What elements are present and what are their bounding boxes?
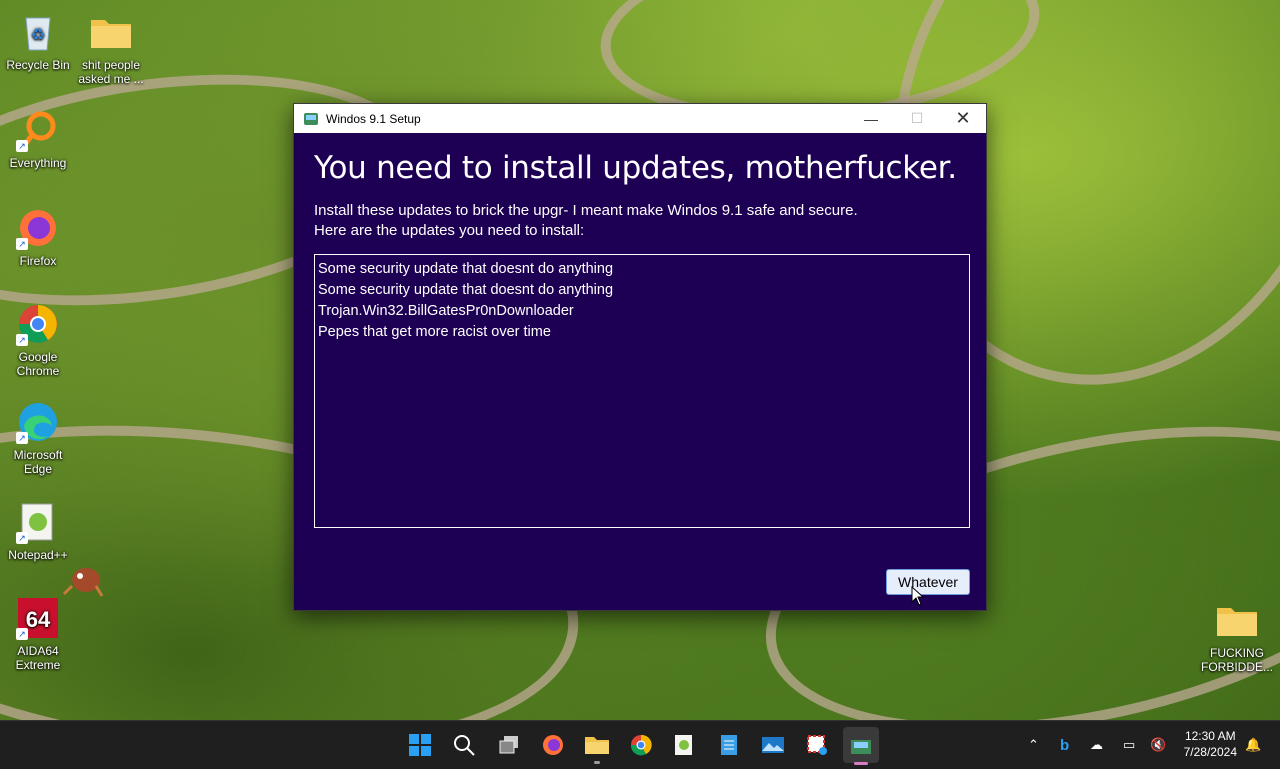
desktop-icon-everything[interactable]: ↗ Everything	[0, 108, 76, 170]
desktop-icon-label: Recycle Bin	[6, 58, 70, 72]
search-button[interactable]	[450, 731, 478, 759]
desktop-icon-label: Everything	[9, 156, 67, 170]
desktop-icon-chrome[interactable]: ↗ Google Chrome	[0, 302, 76, 378]
close-button[interactable]: ✕	[940, 104, 986, 133]
tray-onedrive-button[interactable]: ☁	[1090, 721, 1103, 769]
clock-date: 7/28/2024	[1183, 745, 1237, 759]
desktop-icon-forbidden-folder[interactable]: FUCKING FORBIDDE...	[1199, 598, 1275, 674]
svg-text:64: 64	[26, 607, 51, 632]
firefox-icon	[543, 735, 563, 755]
minimize-button[interactable]: —	[848, 104, 894, 133]
volume-icon: 🔇	[1150, 737, 1167, 752]
tray-network-button[interactable]: ▭	[1123, 721, 1135, 769]
tray-overflow-button[interactable]: ⌃	[1028, 721, 1039, 769]
desktop-icon-notepadpp[interactable]: ↗ Notepad++	[0, 500, 76, 562]
bing-icon: b	[1060, 736, 1070, 754]
task-view-button[interactable]	[495, 731, 523, 759]
maximize-button[interactable]: ☐	[894, 104, 940, 133]
taskbar-snipping-tool[interactable]	[803, 731, 831, 759]
dialog-description: Install these updates to brick the upgr-…	[314, 201, 858, 241]
shortcut-arrow-icon: ↗	[16, 238, 28, 250]
desktop-icon-recycle-bin[interactable]: ♻ Recycle Bin	[0, 10, 76, 72]
desktop-icon-label: shit people asked me ...	[78, 58, 144, 86]
taskbar-chrome[interactable]	[627, 731, 655, 759]
notepadpp-icon	[675, 735, 692, 755]
folder-icon	[89, 10, 133, 54]
notepadpp-icon: ↗	[16, 500, 60, 544]
shortcut-arrow-icon: ↗	[16, 140, 28, 152]
whatever-button[interactable]: Whatever	[886, 569, 970, 595]
desktop-icon-folder[interactable]: shit people asked me ...	[73, 10, 149, 86]
desktop-icon-label: Firefox	[19, 254, 57, 268]
snipping-tool-icon	[807, 735, 827, 755]
edge-icon: ↗	[16, 400, 60, 444]
list-item[interactable]: Pepes that get more racist over time	[318, 322, 966, 343]
desktop-icon-firefox[interactable]: ↗ Firefox	[0, 206, 76, 268]
list-item[interactable]: Some security update that doesnt do anyt…	[318, 259, 966, 280]
chevron-up-icon: ⌃	[1028, 737, 1039, 752]
minimize-icon: —	[864, 110, 878, 127]
taskbar-clock[interactable]: 12:30 AM 7/28/2024	[1184, 728, 1237, 760]
setup-app-icon	[304, 112, 318, 125]
running-indicator	[854, 762, 868, 765]
clock-time: 12:30 AM	[1184, 729, 1236, 743]
desktop-icon-label: Google Chrome	[16, 350, 60, 378]
desktop-pet-sprite	[62, 556, 106, 600]
desktop-icon-label: AIDA64 Extreme	[15, 644, 61, 672]
photos-icon	[762, 737, 784, 753]
everything-search-icon: ↗	[16, 108, 60, 152]
aida64-icon: 64 ↗	[16, 596, 60, 640]
description-line: Here are the updates you need to install…	[314, 222, 585, 239]
recycle-bin-icon: ♻	[16, 10, 60, 54]
mouse-cursor-icon	[911, 585, 925, 611]
setup-dialog: Windos 9.1 Setup — ☐ ✕ You need to insta…	[293, 103, 987, 611]
notification-bell-icon: 🔔	[1245, 737, 1262, 752]
shortcut-arrow-icon: ↗	[16, 334, 28, 346]
taskbar-notepad[interactable]	[715, 731, 743, 759]
taskbar-photos[interactable]	[759, 731, 787, 759]
start-button[interactable]	[406, 731, 434, 759]
description-line: Install these updates to brick the upgr-…	[314, 202, 858, 219]
shortcut-arrow-icon: ↗	[16, 532, 28, 544]
dialog-title: Windos 9.1 Setup	[326, 111, 421, 126]
dialog-titlebar[interactable]: Windos 9.1 Setup — ☐ ✕	[294, 104, 986, 133]
desktop-icon-edge[interactable]: ↗ Microsoft Edge	[0, 400, 76, 476]
taskbar-notepadpp[interactable]	[670, 731, 698, 759]
tray-bing-button[interactable]: b	[1060, 721, 1069, 769]
folder-icon	[1215, 598, 1259, 642]
running-indicator	[594, 761, 600, 764]
desktop-icon-aida64[interactable]: 64 ↗ AIDA64 Extreme	[0, 596, 76, 672]
close-icon: ✕	[955, 108, 971, 128]
firefox-icon: ↗	[16, 206, 60, 250]
search-icon	[454, 735, 475, 756]
svg-text:♻: ♻	[31, 27, 45, 44]
start-icon	[409, 734, 431, 756]
dialog-headline: You need to install updates, motherfucke…	[314, 150, 957, 186]
desktop-icon-label: FUCKING FORBIDDE...	[1200, 646, 1273, 674]
taskbar-file-explorer[interactable]	[583, 731, 611, 764]
cloud-offline-icon: ☁	[1090, 737, 1103, 752]
file-explorer-icon	[585, 737, 609, 754]
network-icon: ▭	[1123, 737, 1136, 752]
taskbar-setup[interactable]	[843, 727, 879, 765]
chrome-icon: ↗	[16, 302, 60, 346]
taskbar-firefox[interactable]	[539, 731, 567, 759]
setup-icon	[851, 740, 871, 754]
desktop-icon-label: Microsoft Edge	[13, 448, 63, 476]
maximize-icon: ☐	[910, 110, 924, 126]
shortcut-arrow-icon: ↗	[16, 432, 28, 444]
list-item[interactable]: Trojan.Win32.BillGatesPr0nDownloader	[318, 301, 966, 322]
shortcut-arrow-icon: ↗	[16, 628, 28, 640]
list-item[interactable]: Some security update that doesnt do anyt…	[318, 280, 966, 301]
updates-list[interactable]: Some security update that doesnt do anyt…	[314, 254, 970, 528]
tray-volume-button[interactable]: 🔇	[1150, 721, 1166, 769]
notepad-icon	[721, 735, 737, 755]
chrome-icon	[630, 734, 652, 756]
taskbar: ⌃ b ☁ ▭ 🔇 12:30 AM 7/28/2024 🔔	[0, 720, 1280, 769]
task-view-icon	[499, 736, 518, 754]
notification-button[interactable]: 🔔	[1245, 721, 1261, 769]
